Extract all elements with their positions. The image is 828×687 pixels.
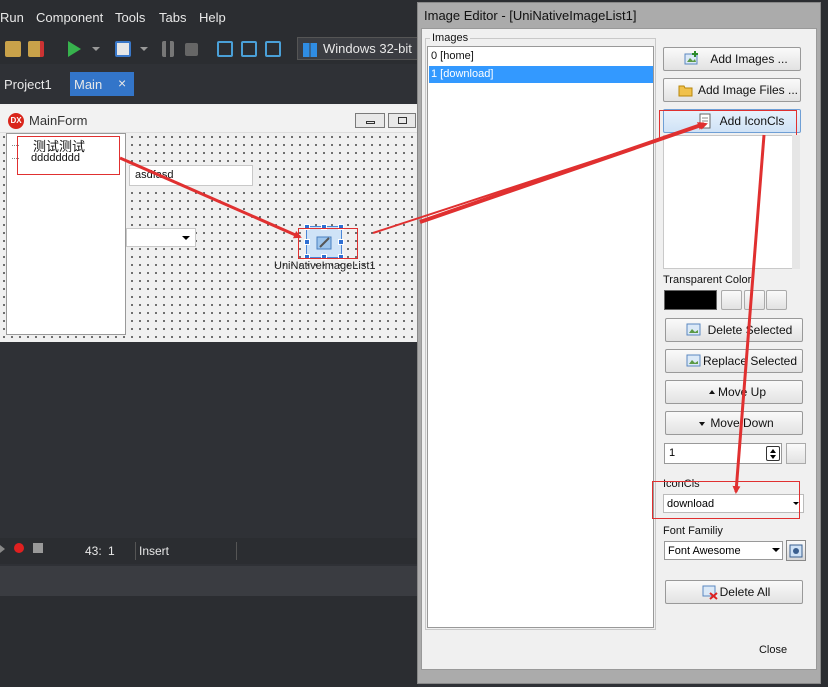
chevron-down-icon[interactable]: [772, 548, 780, 552]
chevron-down-icon: [182, 236, 190, 240]
color-option-button[interactable]: [744, 290, 765, 310]
move-up-button[interactable]: Move Up: [665, 380, 803, 404]
arrow-icon: [0, 545, 5, 553]
tab-label: Main: [74, 77, 103, 92]
minimize-icon[interactable]: [355, 113, 385, 128]
add-image-files-button[interactable]: Add Image Files ...: [663, 78, 801, 102]
button-label: Add Image Files ...: [697, 83, 799, 97]
button-label: Move Up: [717, 385, 767, 399]
platform-selector[interactable]: Windows 32-bit: [297, 37, 419, 60]
step-over-icon[interactable]: [217, 41, 233, 57]
divider: [236, 542, 237, 560]
dialog-title: Image Editor - [UniNativeImageList1]: [424, 8, 637, 23]
tab-project1[interactable]: Project1: [0, 72, 68, 96]
delete-all-button[interactable]: Delete All: [665, 580, 803, 604]
annotation-box: [298, 228, 358, 259]
chevron-down-icon[interactable]: [140, 47, 148, 51]
remove-folder-icon[interactable]: [28, 41, 44, 57]
tab-main[interactable]: Main ×: [70, 72, 134, 96]
images-group-label: Images: [430, 32, 471, 44]
menu-component[interactable]: Component: [36, 10, 103, 25]
run-icon[interactable]: [68, 41, 81, 57]
index-spinner[interactable]: 1: [664, 443, 782, 464]
preview-scrollbar[interactable]: [792, 135, 800, 269]
font-browse-button[interactable]: [786, 540, 806, 561]
editor-status-bar: 43: 1 Insert: [0, 538, 418, 564]
stop-icon[interactable]: [185, 43, 198, 56]
replace-selected-button[interactable]: Replace Selected: [665, 349, 803, 373]
button-label: Delete Selected: [707, 323, 793, 337]
close-button[interactable]: Close: [748, 641, 798, 661]
arrow-down-icon[interactable]: [770, 455, 776, 459]
lower-panel: [0, 596, 418, 687]
font-family-label: Font Familiy: [663, 525, 723, 537]
annotation-box: [17, 136, 120, 175]
move-down-button[interactable]: Move Down: [665, 411, 803, 435]
spinner-updown[interactable]: [766, 446, 780, 461]
menu-tabs[interactable]: Tabs: [159, 10, 186, 25]
insert-mode: Insert: [139, 544, 170, 558]
windows-icon: [303, 43, 317, 57]
menu-help[interactable]: Help: [199, 10, 226, 25]
dx-logo-icon: DX: [8, 113, 24, 129]
transparent-color-label: Transparent Color: [663, 274, 752, 286]
font-family-select[interactable]: Font Awesome: [664, 541, 783, 560]
chevron-down-icon[interactable]: [92, 47, 100, 51]
button-label: Move Down: [710, 416, 774, 430]
add-images-button[interactable]: Add Images ...: [663, 47, 801, 71]
editor-tabs: Project1 Main ×: [0, 72, 420, 96]
component-label: UniNativeImageList1: [274, 260, 376, 272]
status-panel: [0, 566, 418, 596]
platform-label: Windows 32-bit: [323, 41, 412, 56]
step-into-icon[interactable]: [241, 41, 257, 57]
transparent-color-swatch[interactable]: [664, 290, 717, 310]
arrow-up-icon[interactable]: [770, 449, 776, 453]
menu-run[interactable]: Run: [0, 10, 24, 25]
pause-icon[interactable]: [162, 41, 174, 57]
list-item[interactable]: 0 [home]: [429, 48, 653, 65]
step-out-icon[interactable]: [265, 41, 281, 57]
annotation-box: [652, 481, 800, 519]
record-icon[interactable]: [14, 543, 24, 553]
cursor-line: 43:: [85, 544, 102, 558]
cursor-column: 1: [108, 544, 115, 558]
edit-field[interactable]: asdfasd: [129, 165, 253, 186]
stop-icon[interactable]: [33, 543, 43, 553]
form-title: MainForm: [29, 113, 88, 128]
divider: [135, 542, 136, 560]
button-label: Replace Selected: [702, 354, 798, 368]
run-without-debug-icon[interactable]: [115, 41, 131, 57]
right-panel-edge: [820, 0, 828, 687]
button-label: Delete All: [719, 585, 771, 599]
combo-box[interactable]: [126, 228, 196, 247]
menu-tools[interactable]: Tools: [115, 10, 145, 25]
font-icon: [789, 544, 803, 558]
close-icon[interactable]: ×: [118, 75, 126, 91]
color-option-button[interactable]: [766, 290, 787, 310]
new-folder-icon[interactable]: [5, 41, 21, 57]
button-label: Add Images ...: [710, 52, 788, 66]
tab-label: Project1: [4, 77, 52, 92]
maximize-icon[interactable]: [388, 113, 416, 128]
image-preview: [663, 135, 793, 269]
delete-selected-button[interactable]: Delete Selected: [665, 318, 803, 342]
color-option-button[interactable]: [721, 290, 742, 310]
image-list[interactable]: 0 [home] 1 [download]: [427, 46, 654, 628]
list-item-selected[interactable]: 1 [download]: [429, 66, 653, 83]
spinner-extra-button[interactable]: [786, 443, 806, 464]
